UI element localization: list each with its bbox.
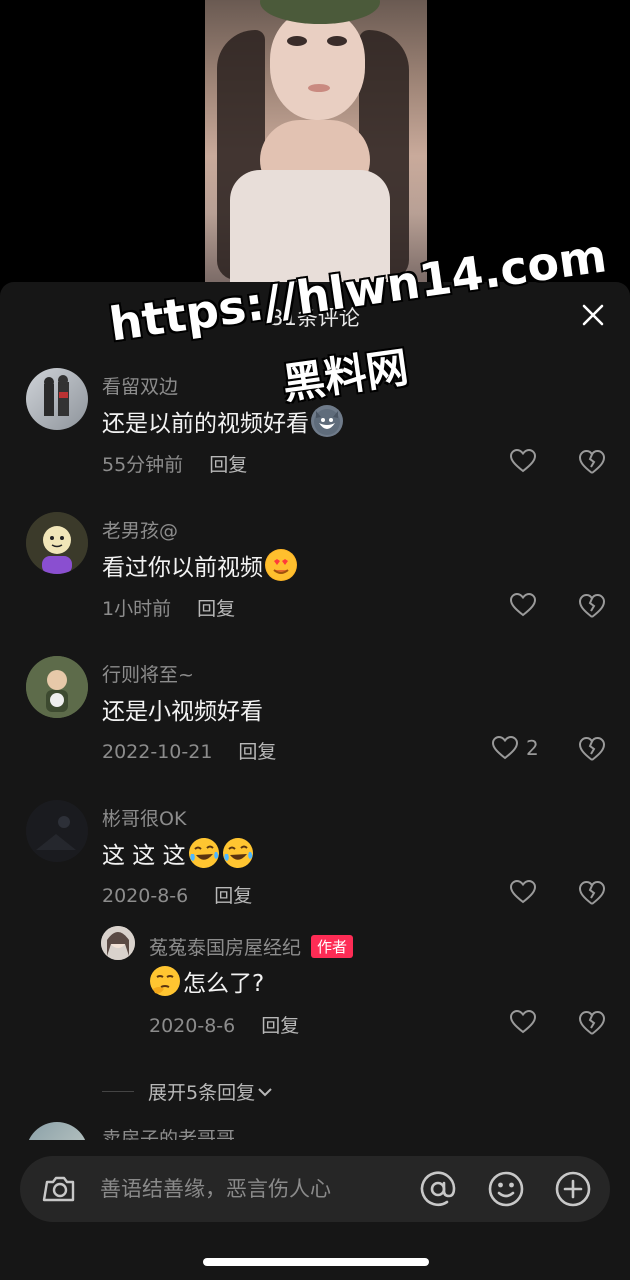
comment-text: 还是小视频好看	[102, 692, 263, 726]
broken-heart-icon[interactable]	[578, 879, 606, 907]
avatar[interactable]	[26, 368, 88, 430]
broken-heart-icon[interactable]	[578, 448, 606, 476]
expand-divider	[102, 1091, 134, 1092]
avatar[interactable]	[101, 926, 135, 960]
reply-button[interactable]: 回复	[197, 598, 235, 620]
heart-icon	[510, 593, 536, 617]
thinking-emoji-icon	[149, 965, 181, 997]
comment-meta: 55分钟前 回复	[102, 450, 247, 477]
commenter-name[interactable]: 彬哥很OK	[102, 804, 186, 831]
home-indicator[interactable]	[203, 1258, 429, 1266]
expand-replies-button[interactable]: 展开5条回复	[102, 1078, 275, 1105]
comment-text: 还是以前的视频好看	[102, 404, 343, 438]
like-button[interactable]: 2	[492, 733, 552, 763]
husky-emoji-icon	[311, 405, 343, 437]
comment-meta: 2020-8-6 回复	[149, 1011, 299, 1038]
reply-author-name: 菟菟泰国房屋经纪	[149, 937, 302, 959]
laughing-crying-emoji-icon	[222, 837, 254, 869]
broken-heart-icon[interactable]	[578, 735, 606, 763]
comment-count-title: 31条评论	[270, 306, 360, 330]
comment-time: 2022-10-21	[102, 741, 213, 763]
avatar[interactable]	[26, 512, 88, 574]
comment-input-pill	[20, 1156, 610, 1222]
avatar[interactable]	[26, 656, 88, 718]
comment-text-body: 还是以前的视频好看	[102, 411, 309, 437]
comment-text-body: 还是小视频好看	[102, 699, 263, 725]
comment-time: 1小时前	[102, 598, 172, 620]
chevron-down-icon	[258, 1087, 272, 1096]
laughing-crying-emoji-icon	[188, 837, 220, 869]
reply-button[interactable]: 回复	[209, 454, 247, 476]
like-button[interactable]	[510, 590, 570, 620]
expand-label: 展开5条回复	[148, 1082, 256, 1104]
comment-text-body: 这 这 这	[102, 843, 186, 869]
video-thumbnail[interactable]	[205, 0, 427, 284]
video-area[interactable]	[0, 0, 630, 300]
comment-meta: 1小时前 回复	[102, 594, 235, 621]
comment-text-body: 怎么了?	[183, 971, 265, 997]
heart-icon	[510, 880, 536, 904]
camera-icon[interactable]	[42, 1171, 78, 1207]
at-mention-icon[interactable]	[418, 1169, 458, 1209]
emoji-smile-icon[interactable]	[486, 1169, 526, 1209]
commenter-name[interactable]: 看留双边	[102, 372, 178, 399]
broken-heart-icon[interactable]	[578, 592, 606, 620]
reply-button[interactable]: 回复	[238, 741, 276, 763]
commenter-name[interactable]: 行则将至~	[102, 660, 194, 687]
comment-text: 这 这 这	[102, 836, 254, 870]
comment-text-body: 看过你以前视频	[102, 555, 263, 581]
reply-button[interactable]: 回复	[261, 1015, 299, 1037]
heart-icon	[510, 449, 536, 473]
comment-text: 怎么了?	[149, 964, 264, 998]
heart-eyes-emoji-icon	[265, 549, 297, 581]
broken-heart-icon[interactable]	[578, 1009, 606, 1037]
like-count: 2	[526, 736, 539, 760]
commenter-name[interactable]: 菟菟泰国房屋经纪 作者	[149, 933, 354, 960]
comment-time: 2020-8-6	[149, 1015, 236, 1037]
comment-time: 2020-8-6	[102, 885, 189, 907]
like-button[interactable]	[510, 1007, 570, 1037]
like-button[interactable]	[510, 877, 570, 907]
heart-icon	[492, 736, 518, 760]
comment-meta: 2022-10-21 回复	[102, 737, 276, 764]
add-plus-icon[interactable]	[553, 1169, 593, 1209]
comment-time: 55分钟前	[102, 454, 184, 476]
sheet-header: 31条评论	[0, 282, 630, 346]
heart-icon	[510, 1010, 536, 1034]
like-button[interactable]	[510, 446, 570, 476]
commenter-name[interactable]: 老男孩@	[102, 516, 178, 543]
comment-meta: 2020-8-6 回复	[102, 881, 252, 908]
comments-sheet: 31条评论 看留双边 还是以前的视频好看 55分钟前 回复 老男孩@ 看过你以前…	[0, 282, 630, 1280]
reply-button[interactable]: 回复	[214, 885, 252, 907]
close-icon[interactable]	[578, 300, 608, 330]
comment-text: 看过你以前视频	[102, 548, 297, 582]
avatar[interactable]	[26, 800, 88, 862]
author-badge: 作者	[311, 935, 354, 958]
comment-input[interactable]	[100, 1166, 410, 1212]
